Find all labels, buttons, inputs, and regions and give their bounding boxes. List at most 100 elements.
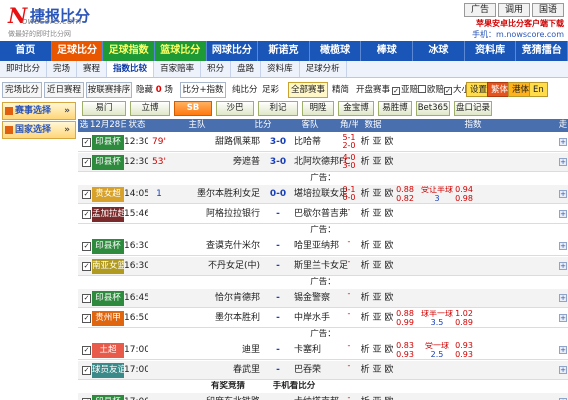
- home-team[interactable]: 墨尔本胜利: [164, 309, 260, 328]
- expand-icon[interactable]: +: [559, 294, 567, 302]
- expand-icon[interactable]: +: [559, 314, 567, 322]
- odds-cell[interactable]: 0.83 0.93: [394, 342, 416, 359]
- simplified-link[interactable]: 精简: [332, 83, 349, 97]
- data-links[interactable]: 析 亚 欧: [360, 361, 394, 380]
- mobile-score-link[interactable]: 手机看比分: [264, 381, 324, 392]
- data-links[interactable]: 析 亚 欧: [360, 393, 394, 400]
- match-score[interactable]: -: [262, 309, 294, 328]
- subnav-item[interactable]: 百家赔率: [154, 61, 202, 77]
- match-score[interactable]: -: [262, 393, 294, 400]
- subnav-item[interactable]: 指数比较: [107, 61, 155, 77]
- checkbox-icon[interactable]: [418, 85, 426, 93]
- data-links[interactable]: 析 亚 欧: [360, 289, 394, 308]
- data-links[interactable]: 析 亚 欧: [360, 309, 394, 328]
- odds-cell[interactable]: 0.93 0.93: [454, 342, 474, 359]
- expand-icon[interactable]: +: [559, 210, 567, 218]
- match-score[interactable]: 3-0: [262, 133, 294, 152]
- bookmaker-tab[interactable]: 金宝博: [338, 101, 374, 116]
- nav-item[interactable]: 橄榄球: [310, 41, 362, 61]
- row-checkbox[interactable]: ✓: [82, 366, 91, 375]
- english-button[interactable]: En: [529, 82, 548, 97]
- nav-item[interactable]: 篮球比分: [154, 41, 207, 61]
- home-team[interactable]: 不丹女足(中): [164, 257, 260, 276]
- home-team[interactable]: 墨尔本胜利女足: [164, 185, 260, 204]
- mandarin-link[interactable]: 国语: [531, 3, 564, 17]
- subnav-item[interactable]: 足球分析: [300, 61, 347, 77]
- checkbox-icon[interactable]: ✓: [392, 87, 400, 95]
- row-checkbox[interactable]: ✓: [82, 138, 91, 147]
- home-team[interactable]: 迪里: [164, 341, 260, 360]
- nav-item[interactable]: 足球比分: [51, 41, 104, 61]
- odds-cell[interactable]: 受一球 2.5: [420, 342, 454, 359]
- data-links[interactable]: 析 亚 欧: [360, 341, 394, 360]
- football-lottery-link[interactable]: 足彩: [262, 83, 279, 97]
- home-team[interactable]: 甜路佩莱耶: [164, 133, 260, 152]
- expand-icon[interactable]: +: [559, 242, 567, 250]
- odds-cell[interactable]: 1.02 0.89: [454, 310, 474, 327]
- expand-icon[interactable]: +: [559, 262, 567, 270]
- expand-icon[interactable]: +: [559, 138, 567, 146]
- ad-link[interactable]: 广告: [463, 3, 496, 17]
- match-score[interactable]: 0-0: [262, 185, 294, 204]
- data-links[interactable]: 析 亚 欧: [360, 153, 394, 172]
- row-checkbox[interactable]: ✓: [82, 242, 91, 251]
- nav-item[interactable]: 首页: [0, 41, 52, 61]
- league-badge[interactable]: 印县杯: [92, 155, 124, 170]
- home-team[interactable]: 查谟克什米尔: [164, 237, 260, 256]
- match-score[interactable]: -: [262, 205, 294, 224]
- expand-icon[interactable]: +: [559, 366, 567, 374]
- bookmaker-tab[interactable]: 易门: [82, 101, 126, 116]
- expand-icon[interactable]: +: [559, 346, 567, 354]
- league-badge[interactable]: 印县杯: [92, 135, 124, 150]
- expand-icon[interactable]: +: [559, 190, 567, 198]
- home-team[interactable]: 旁遮普: [164, 153, 260, 172]
- home-team[interactable]: 春武里: [164, 361, 260, 380]
- quiz-link[interactable]: 有奖竞猜: [198, 381, 258, 392]
- match-select-button[interactable]: 赛事选择 »: [2, 102, 76, 120]
- match-score[interactable]: 3-0: [262, 153, 294, 172]
- league-badge[interactable]: 土超: [92, 343, 124, 358]
- subnav-item[interactable]: 盘路: [231, 61, 262, 77]
- league-badge[interactable]: 印县杯: [92, 239, 124, 254]
- match-score[interactable]: -: [262, 289, 294, 308]
- recent-schedule-button[interactable]: 近日赛程: [44, 82, 84, 98]
- row-checkbox[interactable]: ✓: [82, 210, 91, 219]
- row-checkbox[interactable]: ✓: [82, 262, 91, 271]
- nav-item[interactable]: 足球指数: [103, 41, 155, 61]
- nav-item[interactable]: 竞猜擂台: [516, 41, 568, 61]
- nav-item[interactable]: 冰球: [413, 41, 465, 61]
- match-score[interactable]: -: [262, 361, 294, 380]
- league-badge[interactable]: 孟加拉超: [92, 207, 124, 222]
- bookmaker-tab[interactable]: 易胜博: [378, 101, 412, 116]
- asia-odds-toggle[interactable]: ✓ 亚赔: [392, 83, 418, 97]
- bookmaker-tab[interactable]: 盘口记录: [454, 101, 492, 116]
- match-score[interactable]: -: [262, 341, 294, 360]
- subnav-item[interactable]: 完场: [47, 61, 78, 77]
- league-badge[interactable]: 球员友谊: [92, 363, 124, 378]
- row-checkbox[interactable]: ✓: [82, 314, 91, 323]
- odds-cell[interactable]: 球半一球 3.5: [420, 310, 454, 327]
- embed-link[interactable]: 调用: [497, 3, 530, 17]
- row-checkbox[interactable]: ✓: [82, 294, 91, 303]
- home-team[interactable]: 印度东北铁路: [164, 393, 260, 400]
- app-download-link[interactable]: 苹果安卓比分客户端下载: [476, 18, 564, 29]
- nav-item[interactable]: 网球比分: [207, 41, 259, 61]
- nav-item[interactable]: 斯诺克: [258, 41, 310, 61]
- pure-score-link[interactable]: 纯比分: [232, 83, 258, 97]
- bookmaker-tab[interactable]: 沙巴: [216, 101, 254, 116]
- checkbox-icon[interactable]: ✓: [444, 87, 452, 95]
- match-score[interactable]: -: [262, 257, 294, 276]
- odds-cell[interactable]: 0.94 0.98: [454, 186, 474, 203]
- odds-cell[interactable]: 受让半球 3: [420, 186, 454, 203]
- league-badge[interactable]: 南亚女篮: [92, 259, 124, 274]
- bookmaker-tab[interactable]: 明陞: [302, 101, 334, 116]
- subnav-item[interactable]: 赛程: [77, 61, 108, 77]
- euro-odds-toggle[interactable]: 欧赔: [418, 83, 444, 97]
- league-sort-button[interactable]: 按联赛排序: [86, 82, 132, 98]
- bookmaker-tab[interactable]: 立博: [130, 101, 170, 116]
- subnav-item[interactable]: 资料库: [261, 61, 300, 77]
- bookmaker-tab[interactable]: Bet365: [416, 101, 450, 116]
- country-select-button[interactable]: 国家选择 »: [2, 121, 76, 139]
- bookmaker-tab[interactable]: 利记: [258, 101, 298, 116]
- nav-item[interactable]: 资料库: [465, 41, 517, 61]
